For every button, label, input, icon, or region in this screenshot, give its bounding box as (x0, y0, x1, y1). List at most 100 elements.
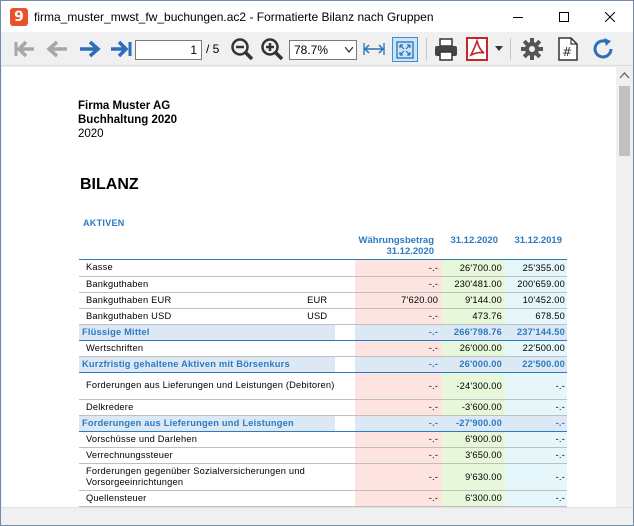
gear-icon (521, 38, 543, 60)
row-currency (307, 431, 327, 447)
zoom-select[interactable]: 78.7% (289, 40, 357, 60)
vertical-scrollbar[interactable] (616, 67, 633, 507)
row-current-amount: 6'300.00 (442, 490, 506, 506)
zoom-value: 78.7% (294, 43, 329, 57)
row-fx-amount: 7'620.00 (355, 292, 443, 308)
row-label: Kurzfristig gehaltene Aktiven mit Börsen… (82, 358, 290, 369)
row-currency: USD (307, 311, 328, 321)
refresh-icon (593, 38, 613, 59)
row-previous-amount: -.- (505, 490, 567, 506)
settings-button[interactable] (518, 35, 546, 63)
row-current-amount: -24'300.00 (442, 372, 506, 399)
row-fx-amount: -.- (355, 260, 443, 276)
table-row: Kasse -.- 26'700.00 25'355.00 (79, 260, 567, 276)
scrollbar-thumb[interactable] (619, 86, 630, 156)
arrow-left-icon (46, 40, 67, 58)
row-fx-amount: -.- (355, 372, 443, 399)
row-current-amount: -27'900.00 (455, 418, 503, 428)
title-bar: 9 firma_muster_mwst_fw_buchungen.ac2 - F… (1, 1, 633, 32)
row-current-amount: 9'630.00 (442, 463, 506, 490)
report-preview[interactable]: Firma Muster AG Buchhaltung 2020 2020 BI… (2, 67, 616, 507)
document-hash-icon: # (558, 37, 578, 61)
fit-width-button[interactable] (361, 35, 387, 63)
row-currency (307, 260, 327, 276)
table-row: Delkredere -.- -3'600.00 -.- (79, 399, 567, 415)
row-fx-amount: -.- (428, 359, 439, 369)
row-currency (307, 447, 327, 463)
printer-icon (435, 38, 457, 61)
row-label: Bankguthaben (86, 278, 149, 289)
page-total-label: / 5 (206, 42, 220, 56)
zoom-out-icon (231, 38, 254, 61)
maximize-button[interactable] (541, 1, 587, 32)
row-current-amount: 9'144.00 (442, 292, 506, 308)
row-fx-amount: -.- (355, 431, 443, 447)
row-fx-amount: -.- (355, 490, 443, 506)
minimize-button[interactable] (495, 1, 541, 32)
svg-text:#: # (562, 45, 572, 59)
row-current-amount: 473.76 (442, 308, 506, 324)
minimize-icon (513, 16, 523, 18)
report-subtitle: Buchhaltung 2020 (78, 114, 178, 126)
row-label: Wertschriften (86, 342, 144, 353)
print-button[interactable] (432, 35, 460, 63)
row-fx-amount: -.- (428, 327, 439, 337)
pdf-options-dropdown[interactable] (493, 35, 505, 63)
row-fx-amount: -.- (355, 276, 443, 292)
zoom-out-button[interactable] (229, 35, 255, 63)
table-row: Bankguthaben -.- 230'481.00 200'659.00 (79, 276, 567, 292)
close-button[interactable] (587, 1, 633, 32)
status-bar (1, 507, 633, 525)
scroll-up-icon (619, 72, 630, 79)
row-previous-amount: -.- (505, 447, 567, 463)
row-currency (307, 463, 327, 490)
balance-table: Kasse -.- 26'700.00 25'355.00 Bankguthaben -.… (79, 260, 567, 507)
row-currency (307, 340, 327, 356)
row-label: Vorschüsse und Darlehen (86, 433, 198, 444)
table-row: Forderungen gegenüber Sozialversicherung… (79, 463, 567, 490)
next-page-button[interactable] (76, 35, 104, 63)
section-heading: AKTIVEN (83, 218, 125, 228)
row-fx-amount: -.- (355, 447, 443, 463)
table-row: Vorschüsse und Darlehen -.- 6'900.00 -.- (79, 431, 567, 447)
column-header-current: 31.12.2020 (450, 235, 498, 246)
row-previous-amount: -.- (505, 399, 567, 415)
refresh-button[interactable] (589, 35, 617, 63)
layout-settings-button[interactable]: # (554, 35, 582, 63)
table-row: Quellensteuer -.- 6'300.00 -.- (79, 490, 567, 506)
caret-down-icon (495, 46, 503, 51)
row-current-amount: 26'700.00 (442, 260, 506, 276)
fit-width-icon (363, 43, 385, 55)
column-header-fx: Währungsbetrag 31.12.2020 (358, 235, 434, 257)
column-header-previous: 31.12.2019 (514, 235, 562, 246)
row-currency (307, 324, 327, 340)
row-fx-amount: -.- (428, 418, 439, 428)
row-fx-amount: -.- (355, 399, 443, 415)
row-label: Flüssige Mittel (82, 326, 150, 337)
row-fx-amount: -.- (355, 340, 443, 356)
row-currency (307, 356, 327, 372)
export-pdf-button[interactable] (463, 35, 491, 63)
window-title: firma_muster_mwst_fw_buchungen.ac2 - For… (34, 9, 434, 24)
table-row: Bankguthaben EUR EUR 7'620.00 9'144.00 10'45… (79, 292, 567, 308)
last-page-icon (111, 40, 132, 58)
row-currency: EUR (307, 295, 328, 305)
row-currency (307, 276, 327, 292)
row-previous-amount: 22'500.00 (505, 340, 567, 356)
toolbar-separator (510, 38, 511, 60)
last-page-button[interactable] (107, 35, 135, 63)
page-number-input[interactable]: 1 (135, 40, 202, 60)
first-page-icon (14, 40, 34, 58)
row-previous-amount: -.- (505, 463, 567, 490)
fit-page-button[interactable] (392, 37, 418, 62)
table-row: Forderungen aus Lieferungen und Leistung… (79, 372, 567, 399)
row-previous-amount: 200'659.00 (505, 276, 567, 292)
company-name: Firma Muster AG (78, 100, 171, 112)
fit-page-icon (396, 40, 414, 59)
table-row: Verrechnungssteuer -.- 3'650.00 -.- (79, 447, 567, 463)
first-page-button[interactable] (11, 35, 39, 63)
row-previous-amount: -.- (505, 431, 567, 447)
app-window: 9 firma_muster_mwst_fw_buchungen.ac2 - F… (0, 0, 634, 526)
previous-page-button[interactable] (43, 35, 71, 63)
zoom-in-button[interactable] (259, 35, 285, 63)
